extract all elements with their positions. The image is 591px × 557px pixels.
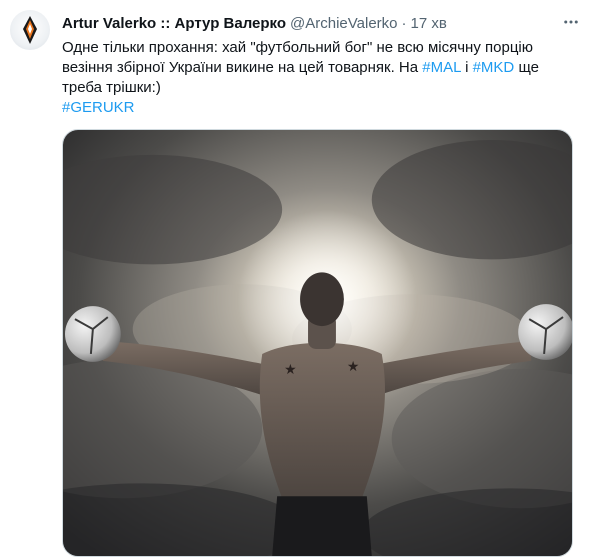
tweet-text-line-1: Одне тільки прохання: хай "футбольний бо… [62, 39, 533, 56]
hashtag-mal[interactable]: #MAL [422, 59, 461, 76]
athlete-with-balls-image: ★ ★ [63, 130, 572, 556]
timestamp[interactable]: 17 хв [411, 15, 447, 32]
avatar[interactable] [10, 10, 50, 50]
tweet-text-line-2: везіння збірної України викине на цей то… [62, 58, 582, 78]
author-name[interactable]: Artur Valerko :: Артур Валерко [62, 15, 286, 32]
tweet-text-line-3: треба трішки:) [62, 79, 161, 96]
hashtag-gerukr[interactable]: #GERUKR [62, 98, 582, 118]
tweet-header: Artur Valerko :: Артур Валерко @ArchieVa… [62, 13, 581, 33]
svg-text:★: ★ [347, 359, 359, 375]
tweet: Artur Valerko :: Артур Валерко @ArchieVa… [0, 0, 591, 557]
avatar-figure-icon [23, 16, 37, 44]
text-segment: ще [514, 59, 539, 76]
separator-dot: · [401, 14, 407, 32]
tweet-text: Одне тільки прохання: хай "футбольний бо… [62, 38, 582, 118]
text-segment: везіння збірної України викине на цей то… [62, 59, 423, 76]
more-options-button[interactable] [559, 10, 583, 34]
hashtag-mkd[interactable]: #MKD [473, 59, 515, 76]
text-segment: і [460, 59, 473, 76]
svg-text:★: ★ [284, 362, 296, 378]
more-options-icon [564, 20, 578, 24]
author-handle[interactable]: @ArchieValerko [290, 15, 398, 32]
tweet-image[interactable]: ★ ★ [62, 129, 573, 557]
